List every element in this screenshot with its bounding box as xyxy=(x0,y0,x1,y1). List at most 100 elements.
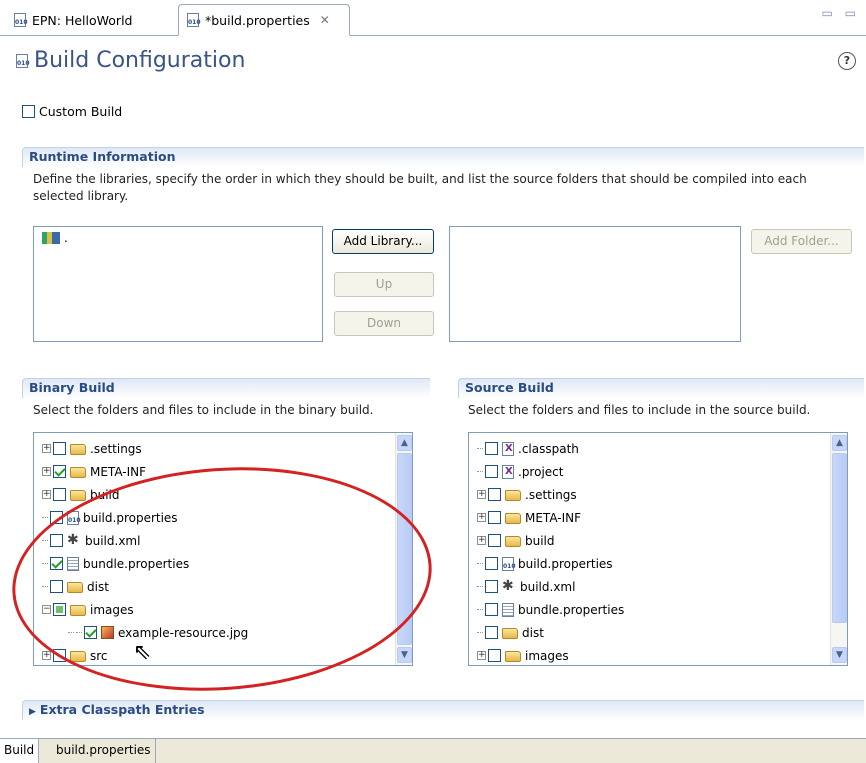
expand-icon[interactable]: + xyxy=(42,651,51,660)
library-list[interactable]: . xyxy=(33,226,323,342)
tree-item[interactable]: + .settings xyxy=(34,437,142,460)
help-icon[interactable]: ? xyxy=(838,52,856,70)
scroll-up-icon[interactable]: ▲ xyxy=(397,435,412,451)
add-library-button[interactable]: Add Library... xyxy=(332,229,434,254)
checkbox[interactable] xyxy=(22,105,35,118)
checkbox[interactable] xyxy=(53,488,66,501)
properties-file-icon xyxy=(187,13,201,27)
checkbox[interactable] xyxy=(488,649,501,662)
folder-icon xyxy=(70,490,86,501)
expand-icon[interactable]: + xyxy=(477,536,486,545)
tree-item-label: build.xml xyxy=(85,533,141,548)
tab-build-properties[interactable]: *build.properties ✕ xyxy=(178,4,350,36)
xml-file-icon xyxy=(502,464,514,479)
checkbox[interactable] xyxy=(84,626,97,639)
tree-item[interactable]: + build xyxy=(469,529,555,552)
collapse-icon[interactable]: − xyxy=(42,605,51,614)
checkbox[interactable] xyxy=(53,465,66,478)
checkbox[interactable] xyxy=(50,511,63,524)
expand-icon[interactable]: + xyxy=(42,444,51,453)
add-folder-button[interactable]: Add Folder... xyxy=(751,229,852,254)
checkbox[interactable] xyxy=(485,603,498,616)
minimize-maximize-icon[interactable]: ▭ ▭ xyxy=(822,6,861,20)
tree-item[interactable]: dist xyxy=(34,575,109,598)
tree-item[interactable]: bundle.properties xyxy=(469,598,624,621)
close-icon[interactable]: ✕ xyxy=(320,13,330,27)
checkbox[interactable] xyxy=(53,442,66,455)
checkbox[interactable] xyxy=(485,557,498,570)
tree-item-label: .settings xyxy=(90,441,142,456)
checkbox[interactable] xyxy=(488,534,501,547)
binary-build-tree[interactable]: ▲ ▼ + .settings + META-INF + build build.prope… xyxy=(33,432,413,666)
checkbox[interactable] xyxy=(488,511,501,524)
expand-icon[interactable]: + xyxy=(477,651,486,660)
tree-item[interactable]: .classpath xyxy=(469,437,579,460)
expand-arrow-icon[interactable]: ▶ xyxy=(29,707,36,717)
down-button[interactable]: Down xyxy=(334,311,434,336)
scroll-down-icon[interactable]: ▼ xyxy=(832,647,847,663)
tree-item[interactable]: + images xyxy=(469,644,569,665)
tree-item[interactable]: + .settings xyxy=(469,483,577,506)
tree-connector xyxy=(477,563,483,564)
expand-icon[interactable]: + xyxy=(42,490,51,499)
text-file-icon xyxy=(67,556,79,571)
scroll-thumb[interactable] xyxy=(397,453,412,645)
tree-item[interactable]: build.properties xyxy=(34,506,178,529)
checkbox[interactable] xyxy=(485,626,498,639)
checkbox[interactable] xyxy=(50,557,63,570)
folder-icon xyxy=(70,467,86,478)
tree-item-label: META-INF xyxy=(525,510,582,525)
source-folder-list[interactable] xyxy=(449,226,741,342)
up-button[interactable]: Up xyxy=(334,272,434,297)
source-build-tree[interactable]: ▲ ▼ .classpath .project + .settings + META-IN… xyxy=(468,432,848,666)
extra-classpath-header[interactable]: ▶ Extra Classpath Entries xyxy=(22,700,864,720)
source-build-description: Select the folders and files to include … xyxy=(468,403,811,417)
page-title-text: Build Configuration xyxy=(34,48,246,73)
scrollbar[interactable]: ▲ ▼ xyxy=(395,433,412,665)
tree-item[interactable]: + META-INF xyxy=(469,506,581,529)
tree-item[interactable]: build.xml xyxy=(34,529,140,552)
checkbox[interactable] xyxy=(53,603,66,616)
tree-item[interactable]: + src xyxy=(34,644,108,665)
checkbox[interactable] xyxy=(485,442,498,455)
tree-item[interactable]: + META-INF xyxy=(34,460,146,483)
tab-epn-helloworld[interactable]: EPN: HelloWorld xyxy=(6,4,171,36)
folder-icon xyxy=(505,490,521,501)
checkbox[interactable] xyxy=(485,580,498,593)
tree-item[interactable]: .project xyxy=(469,460,563,483)
tab-build-properties-source[interactable]: build.properties xyxy=(52,739,156,763)
expand-icon[interactable]: + xyxy=(42,467,51,476)
scrollbar[interactable]: ▲ ▼ xyxy=(830,433,847,665)
tree-item[interactable]: build.xml xyxy=(469,575,575,598)
checkbox[interactable] xyxy=(50,534,63,547)
scroll-up-icon[interactable]: ▲ xyxy=(832,435,847,451)
tree-item-label: images xyxy=(525,648,569,663)
tree-item-label: example-resource.jpg xyxy=(118,625,249,640)
tree-item-label: build.properties xyxy=(518,556,613,571)
tree-connector xyxy=(477,586,483,587)
tree-item[interactable]: + build xyxy=(34,483,120,506)
tab-label: *build.properties xyxy=(205,12,310,28)
scroll-down-icon[interactable]: ▼ xyxy=(397,647,412,663)
custom-build-checkbox[interactable]: Custom Build xyxy=(22,104,122,119)
custom-build-label: Custom Build xyxy=(39,104,123,119)
expand-icon[interactable]: + xyxy=(477,490,486,499)
checkbox[interactable] xyxy=(485,465,498,478)
checkbox[interactable] xyxy=(53,649,66,662)
tab-build[interactable]: Build xyxy=(0,739,40,763)
tree-item[interactable]: − images xyxy=(34,598,134,621)
tree-connector xyxy=(477,448,483,449)
tree-item[interactable]: dist xyxy=(469,621,544,644)
list-item[interactable]: . xyxy=(42,231,68,245)
tree-item[interactable]: build.properties xyxy=(469,552,613,575)
tree-item-label: dist xyxy=(522,625,544,640)
binary-build-description: Select the folders and files to include … xyxy=(33,403,374,417)
tree-item-label: .project xyxy=(518,464,564,479)
tree-item-label: images xyxy=(90,602,134,617)
checkbox[interactable] xyxy=(488,488,501,501)
library-label: . xyxy=(64,231,68,245)
scroll-thumb[interactable] xyxy=(832,453,847,623)
tree-item[interactable]: bundle.properties xyxy=(34,552,189,575)
checkbox[interactable] xyxy=(50,580,63,593)
expand-icon[interactable]: + xyxy=(477,513,486,522)
